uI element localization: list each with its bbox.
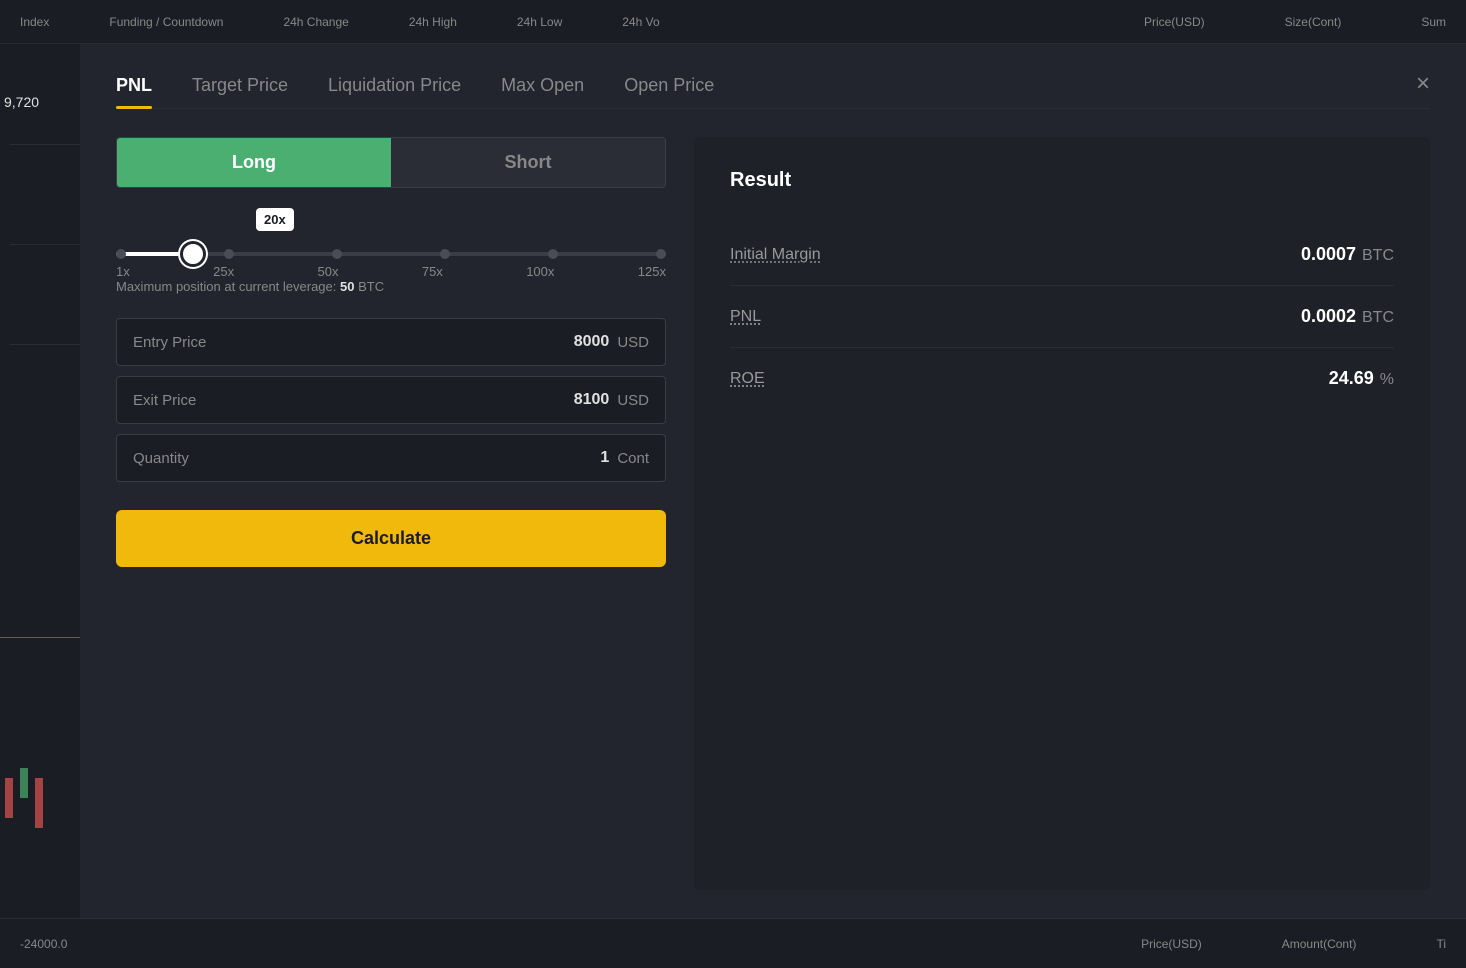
entry-price-value: 8000 [574, 333, 610, 351]
bottom-amount-cont: Amount(Cont) [1282, 937, 1357, 951]
topbar-24h-high: 24h High [409, 15, 457, 29]
slider-track[interactable] [116, 252, 666, 256]
initial-margin-unit: BTC [1362, 247, 1394, 265]
roe-value-group: 24.69 % [1329, 368, 1394, 389]
label-125x: 125x [638, 264, 666, 279]
exit-price-value-group: 8100 USD [574, 391, 649, 409]
bottom-bar-right: Price(USD) Amount(Cont) Ti [1141, 937, 1446, 951]
max-position-unit: BTC [358, 279, 384, 294]
topbar-size-cont: Size(Cont) [1285, 15, 1342, 29]
roe-unit: % [1380, 371, 1394, 389]
label-1x: 1x [116, 264, 130, 279]
slider-dot-100x [548, 249, 558, 259]
slider-thumb[interactable] [183, 244, 203, 264]
topbar-price-usd: Price(USD) [1144, 15, 1205, 29]
roe-label: ROE [730, 370, 765, 388]
exit-price-unit: USD [617, 392, 649, 409]
candle-red [5, 778, 13, 818]
calculate-button[interactable]: Calculate [116, 510, 666, 567]
exit-price-value: 8100 [574, 391, 610, 409]
topbar-24h-vol: 24h Vo [622, 15, 659, 29]
topbar-sum: Sum [1421, 15, 1446, 29]
tab-liquidation-price[interactable]: Liquidation Price [328, 75, 461, 108]
top-bar: Index Funding / Countdown 24h Change 24h… [0, 0, 1466, 44]
initial-margin-value-group: 0.0007 BTC [1301, 244, 1394, 265]
exit-price-field[interactable]: Exit Price 8100 USD [116, 376, 666, 424]
quantity-unit: Cont [617, 450, 649, 467]
label-100x: 100x [526, 264, 554, 279]
quantity-field[interactable]: Quantity 1 Cont [116, 434, 666, 482]
label-75x: 75x [422, 264, 443, 279]
quantity-value: 1 [600, 449, 609, 467]
pnl-label: PNL [730, 308, 761, 326]
pnl-value-group: 0.0002 BTC [1301, 306, 1394, 327]
left-panel: Long Short 20x [116, 137, 666, 890]
result-row-pnl: PNL 0.0002 BTC [730, 286, 1394, 348]
tab-pnl[interactable]: PNL [116, 75, 152, 108]
result-row-initial-margin: Initial Margin 0.0007 BTC [730, 224, 1394, 286]
topbar-24h-low: 24h Low [517, 15, 562, 29]
topbar-right: Price(USD) Size(Cont) Sum [1144, 15, 1446, 29]
entry-price-field[interactable]: Entry Price 8000 USD [116, 318, 666, 366]
chart-background: 9,720 [0, 44, 80, 918]
roe-value: 24.69 [1329, 368, 1374, 389]
tab-bar: PNL Target Price Liquidation Price Max O… [116, 72, 1430, 109]
bottom-bar: -24000.0 Price(USD) Amount(Cont) Ti [0, 918, 1466, 968]
pnl-value: 0.0002 [1301, 306, 1356, 327]
candle-red-2 [35, 778, 43, 828]
topbar-funding: Funding / Countdown [109, 15, 223, 29]
short-button[interactable]: Short [391, 138, 665, 187]
close-button[interactable]: × [1416, 72, 1430, 108]
label-50x: 50x [317, 264, 338, 279]
input-fields: Entry Price 8000 USD Exit Price 8100 USD [116, 318, 666, 482]
tab-max-open[interactable]: Max Open [501, 75, 584, 108]
slider-dot-75x [440, 249, 450, 259]
chart-grid-line [10, 344, 80, 345]
chart-grid-line [10, 244, 80, 245]
slider-labels: 1x 25x 50x 75x 100x 125x [116, 264, 666, 279]
modal-content: Long Short 20x [116, 137, 1430, 890]
calculator-modal: PNL Target Price Liquidation Price Max O… [80, 44, 1466, 918]
leverage-area: 20x [116, 208, 666, 298]
entry-price-label: Entry Price [133, 334, 206, 351]
chart-grid-line [10, 144, 80, 145]
quantity-value-group: 1 Cont [600, 449, 649, 467]
result-panel: Result Initial Margin 0.0007 BTC PNL 0.0… [694, 137, 1430, 890]
chart-price-value: 9,720 [4, 94, 39, 110]
topbar-index: Index [20, 15, 49, 29]
pnl-unit: BTC [1362, 309, 1394, 327]
topbar-24h-change: 24h Change [283, 15, 348, 29]
result-row-roe: ROE 24.69 % [730, 348, 1394, 409]
leverage-badge: 20x [256, 208, 294, 231]
slider-fill [116, 252, 193, 256]
result-title: Result [730, 169, 1394, 192]
quantity-label: Quantity [133, 450, 189, 467]
entry-price-value-group: 8000 USD [574, 333, 649, 351]
chart-green-line [0, 637, 80, 638]
candle-green [20, 768, 28, 798]
entry-price-unit: USD [617, 334, 649, 351]
slider-container [116, 252, 666, 256]
long-button[interactable]: Long [117, 138, 391, 187]
initial-margin-value: 0.0007 [1301, 244, 1356, 265]
slider-dot-25x [224, 249, 234, 259]
tab-open-price[interactable]: Open Price [624, 75, 714, 108]
label-25x: 25x [213, 264, 234, 279]
initial-margin-label: Initial Margin [730, 246, 821, 264]
max-position-value: 50 [340, 279, 354, 294]
position-toggle: Long Short [116, 137, 666, 188]
tab-target-price[interactable]: Target Price [192, 75, 288, 108]
bottom-left-value: -24000.0 [20, 937, 67, 951]
slider-dot-50x [332, 249, 342, 259]
bottom-ti: Ti [1436, 937, 1446, 951]
bottom-price-usd: Price(USD) [1141, 937, 1202, 951]
max-position-text: Maximum position at current leverage: 50… [116, 279, 666, 294]
exit-price-label: Exit Price [133, 392, 196, 409]
index-price-area: 9,720 [4, 94, 39, 110]
slider-dot-125x [656, 249, 666, 259]
